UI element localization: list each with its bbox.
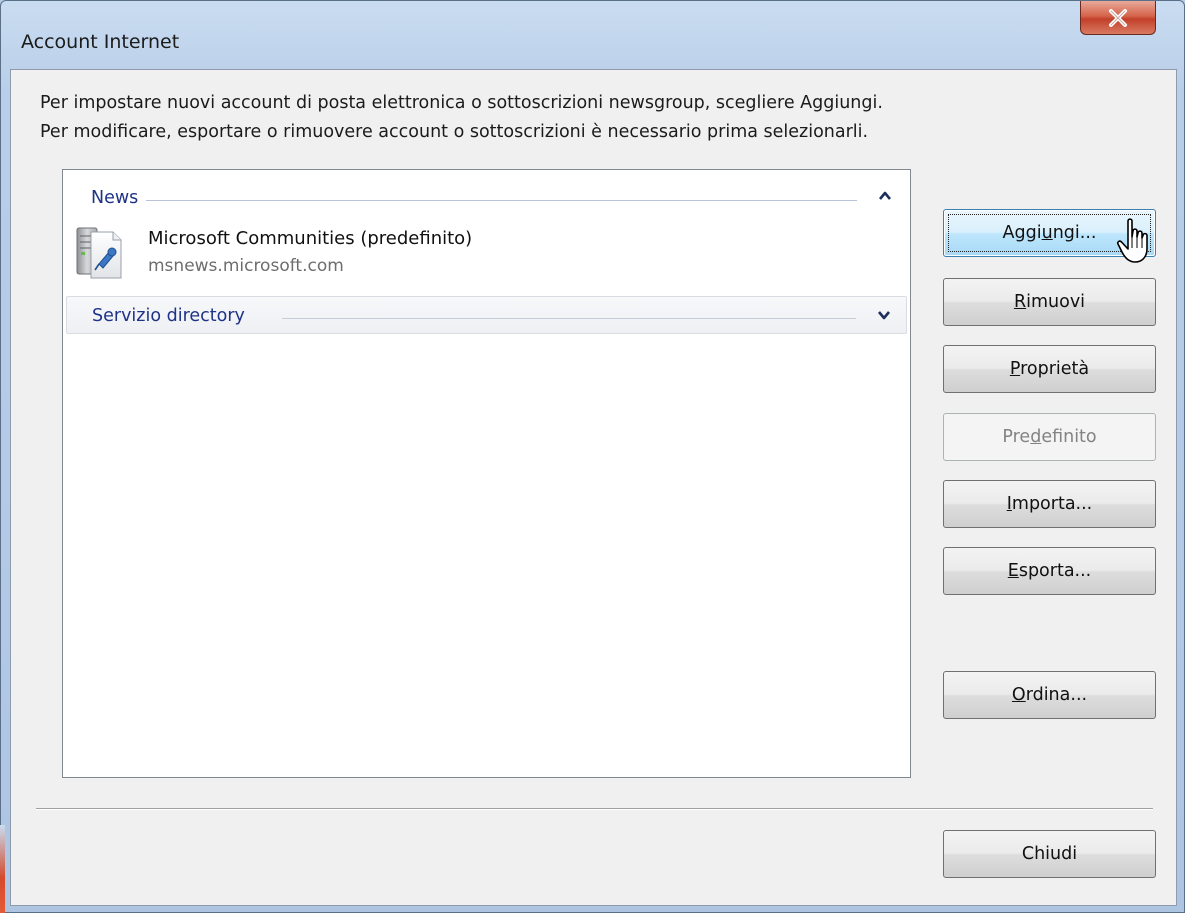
hand-pointer-icon — [1116, 218, 1148, 263]
properties-button-label: Proprietà — [1009, 359, 1090, 379]
close-button-label: Chiudi — [1021, 844, 1078, 864]
instructions-line-2: Per modificare, esportare o rimuovere ac… — [40, 122, 869, 142]
instructions-text: Per impostare nuovi account di posta ele… — [40, 89, 883, 147]
news-server-icon — [76, 227, 122, 279]
order-button[interactable]: Ordina... — [943, 671, 1156, 719]
export-button-label: Esporta... — [1007, 561, 1092, 581]
list-item-microsoft-communities[interactable]: Microsoft Communities (predefinito) msne… — [73, 218, 573, 282]
default-button-label: Predefinito — [1002, 427, 1097, 447]
export-button[interactable]: Esporta... — [943, 547, 1156, 595]
window-close-button[interactable] — [1080, 1, 1156, 35]
group-divider — [282, 318, 856, 319]
import-button-label: Importa... — [1006, 494, 1093, 514]
group-header-news[interactable]: News — [66, 178, 907, 214]
title-bar[interactable]: Account Internet — [1, 1, 1184, 77]
account-name: Microsoft Communities (predefinito) — [148, 228, 473, 249]
group-header-directory-service[interactable]: Servizio directory — [66, 296, 907, 334]
instructions-line-1: Per impostare nuovi account di posta ele… — [40, 93, 883, 113]
import-button[interactable]: Importa... — [943, 480, 1156, 528]
properties-button[interactable]: Proprietà — [943, 345, 1156, 393]
group-title-news: News — [91, 188, 147, 208]
chevron-down-icon[interactable] — [876, 307, 892, 323]
chevron-up-icon[interactable] — [877, 188, 893, 204]
window-title: Account Internet — [21, 31, 180, 53]
close-button[interactable]: Chiudi — [943, 830, 1156, 878]
add-button-label: Aggiungi... — [1002, 223, 1097, 243]
group-divider — [91, 200, 857, 201]
remove-button[interactable]: Rimuovi — [943, 278, 1156, 326]
dialog-separator — [36, 808, 1153, 810]
remove-button-label: Rimuovi — [1013, 292, 1086, 312]
account-host: msnews.microsoft.com — [148, 256, 344, 276]
taskbar-edge — [0, 825, 5, 913]
default-button[interactable]: Predefinito — [943, 413, 1156, 461]
order-button-label: Ordina... — [1011, 685, 1088, 705]
close-icon — [1109, 8, 1127, 27]
accounts-list[interactable]: News Microsoft Communities (predefinito)… — [62, 169, 911, 778]
group-title-directory-service: Servizio directory — [92, 306, 245, 326]
